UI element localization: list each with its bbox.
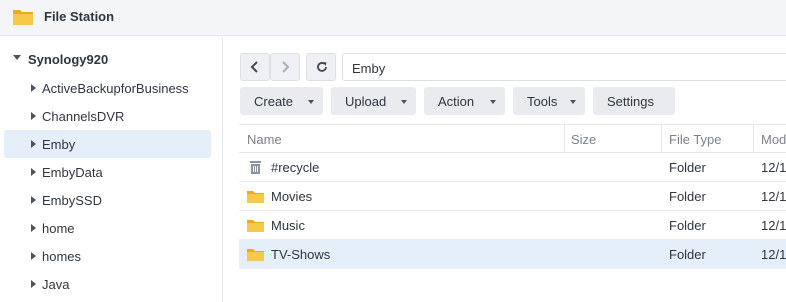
file-modified: 12/1 [761,218,786,233]
back-button[interactable] [240,53,270,81]
sidebar-item-activebackupforbusiness[interactable]: ActiveBackupforBusiness [4,74,211,102]
path-value: Emby [352,61,386,76]
sidebar-item-java[interactable]: Java [4,270,211,298]
file-browser-panel: Emby Create Upload Action Tools Settings… [224,37,786,302]
window-titlebar: File Station [0,0,786,36]
file-row-music[interactable]: Music Folder 12/1 [239,211,786,240]
caret-right-icon[interactable] [31,280,36,288]
caret-down-icon[interactable] [13,55,21,60]
recycle-bin-icon [250,161,261,174]
caret-right-icon[interactable] [31,252,36,260]
file-name: Music [271,218,305,233]
sidebar-item-label: ChannelsDVR [42,109,125,124]
tree-root-synology920[interactable]: Synology920 [0,47,223,73]
file-station-icon [13,10,33,25]
file-modified: 12/1 [761,189,786,204]
app-title: File Station [44,9,115,24]
caret-right-icon[interactable] [31,168,36,176]
caret-right-icon[interactable] [31,84,36,92]
settings-button-label: Settings [607,94,654,109]
file-row-recycle[interactable]: #recycle Folder 12/1 [239,153,786,182]
create-button-label: Create [254,94,294,109]
dropdown-arrow-icon [401,100,407,104]
settings-button[interactable]: Settings [593,87,675,115]
column-divider[interactable] [564,125,565,153]
file-row-tv-shows[interactable]: TV-Shows Folder 12/1 [239,240,786,269]
refresh-button[interactable] [306,53,336,81]
caret-right-icon[interactable] [31,224,36,232]
upload-button-label: Upload [345,94,387,109]
file-modified: 12/1 [761,160,786,175]
file-modified: 12/1 [761,247,786,262]
sidebar-item-homes[interactable]: homes [4,242,211,270]
sidebar-item-embyssd[interactable]: EmbySSD [4,186,211,214]
file-name: TV-Shows [271,247,331,262]
action-button[interactable]: Action [424,87,505,115]
sidebar-item-label: Emby [42,137,76,152]
sidebar-item-label: home [42,221,75,236]
chevron-right-icon [282,61,290,73]
sidebar-item-label: EmbyData [42,165,103,180]
column-divider[interactable] [753,125,754,153]
sidebar-item-home[interactable]: home [4,214,211,242]
action-button-label: Action [438,94,475,109]
dropdown-arrow-icon [570,100,576,104]
tools-button-label: Tools [527,94,558,109]
sidebar-item-embydata[interactable]: EmbyData [4,158,211,186]
tools-button[interactable]: Tools [513,87,585,115]
column-header-size[interactable]: Size [571,132,596,147]
refresh-icon [317,62,327,72]
upload-button[interactable]: Upload [331,87,416,115]
caret-right-icon[interactable] [31,196,36,204]
column-divider[interactable] [661,125,662,153]
column-header-name[interactable]: Name [247,132,282,147]
folder-icon [247,249,264,261]
sidebar-item-channelsdvr[interactable]: ChannelsDVR [4,102,211,130]
file-type: Folder [669,160,706,175]
column-header-file-type[interactable]: File Type [669,132,722,147]
dropdown-arrow-icon [308,100,314,104]
forward-button[interactable] [270,53,300,81]
file-type: Folder [669,247,706,262]
sidebar-item-label: Java [42,277,70,292]
column-header-modified[interactable]: Mod [761,132,786,147]
folder-icon [247,220,264,232]
file-type: Folder [669,189,706,204]
dropdown-arrow-icon [490,100,496,104]
file-type: Folder [669,218,706,233]
folder-icon [247,191,264,203]
file-name: #recycle [271,160,320,175]
path-field[interactable]: Emby [342,53,786,81]
create-button[interactable]: Create [240,87,323,115]
sidebar-tree: Synology920 ActiveBackupforBusiness Chan… [0,37,223,302]
file-name: Movies [271,189,313,204]
sidebar-item-label: homes [42,249,82,264]
chevron-left-icon [250,61,258,73]
sidebar-item-emby[interactable]: Emby [4,130,211,158]
tree-root-label: Synology920 [28,52,109,67]
caret-right-icon[interactable] [31,112,36,120]
sidebar-item-label: ActiveBackupforBusiness [42,81,189,96]
file-row-movies[interactable]: Movies Folder 12/1 [239,182,786,211]
sidebar-item-label: EmbySSD [42,193,102,208]
caret-right-icon[interactable] [31,140,36,148]
grid-header: Name Size File Type Mod [239,124,786,153]
